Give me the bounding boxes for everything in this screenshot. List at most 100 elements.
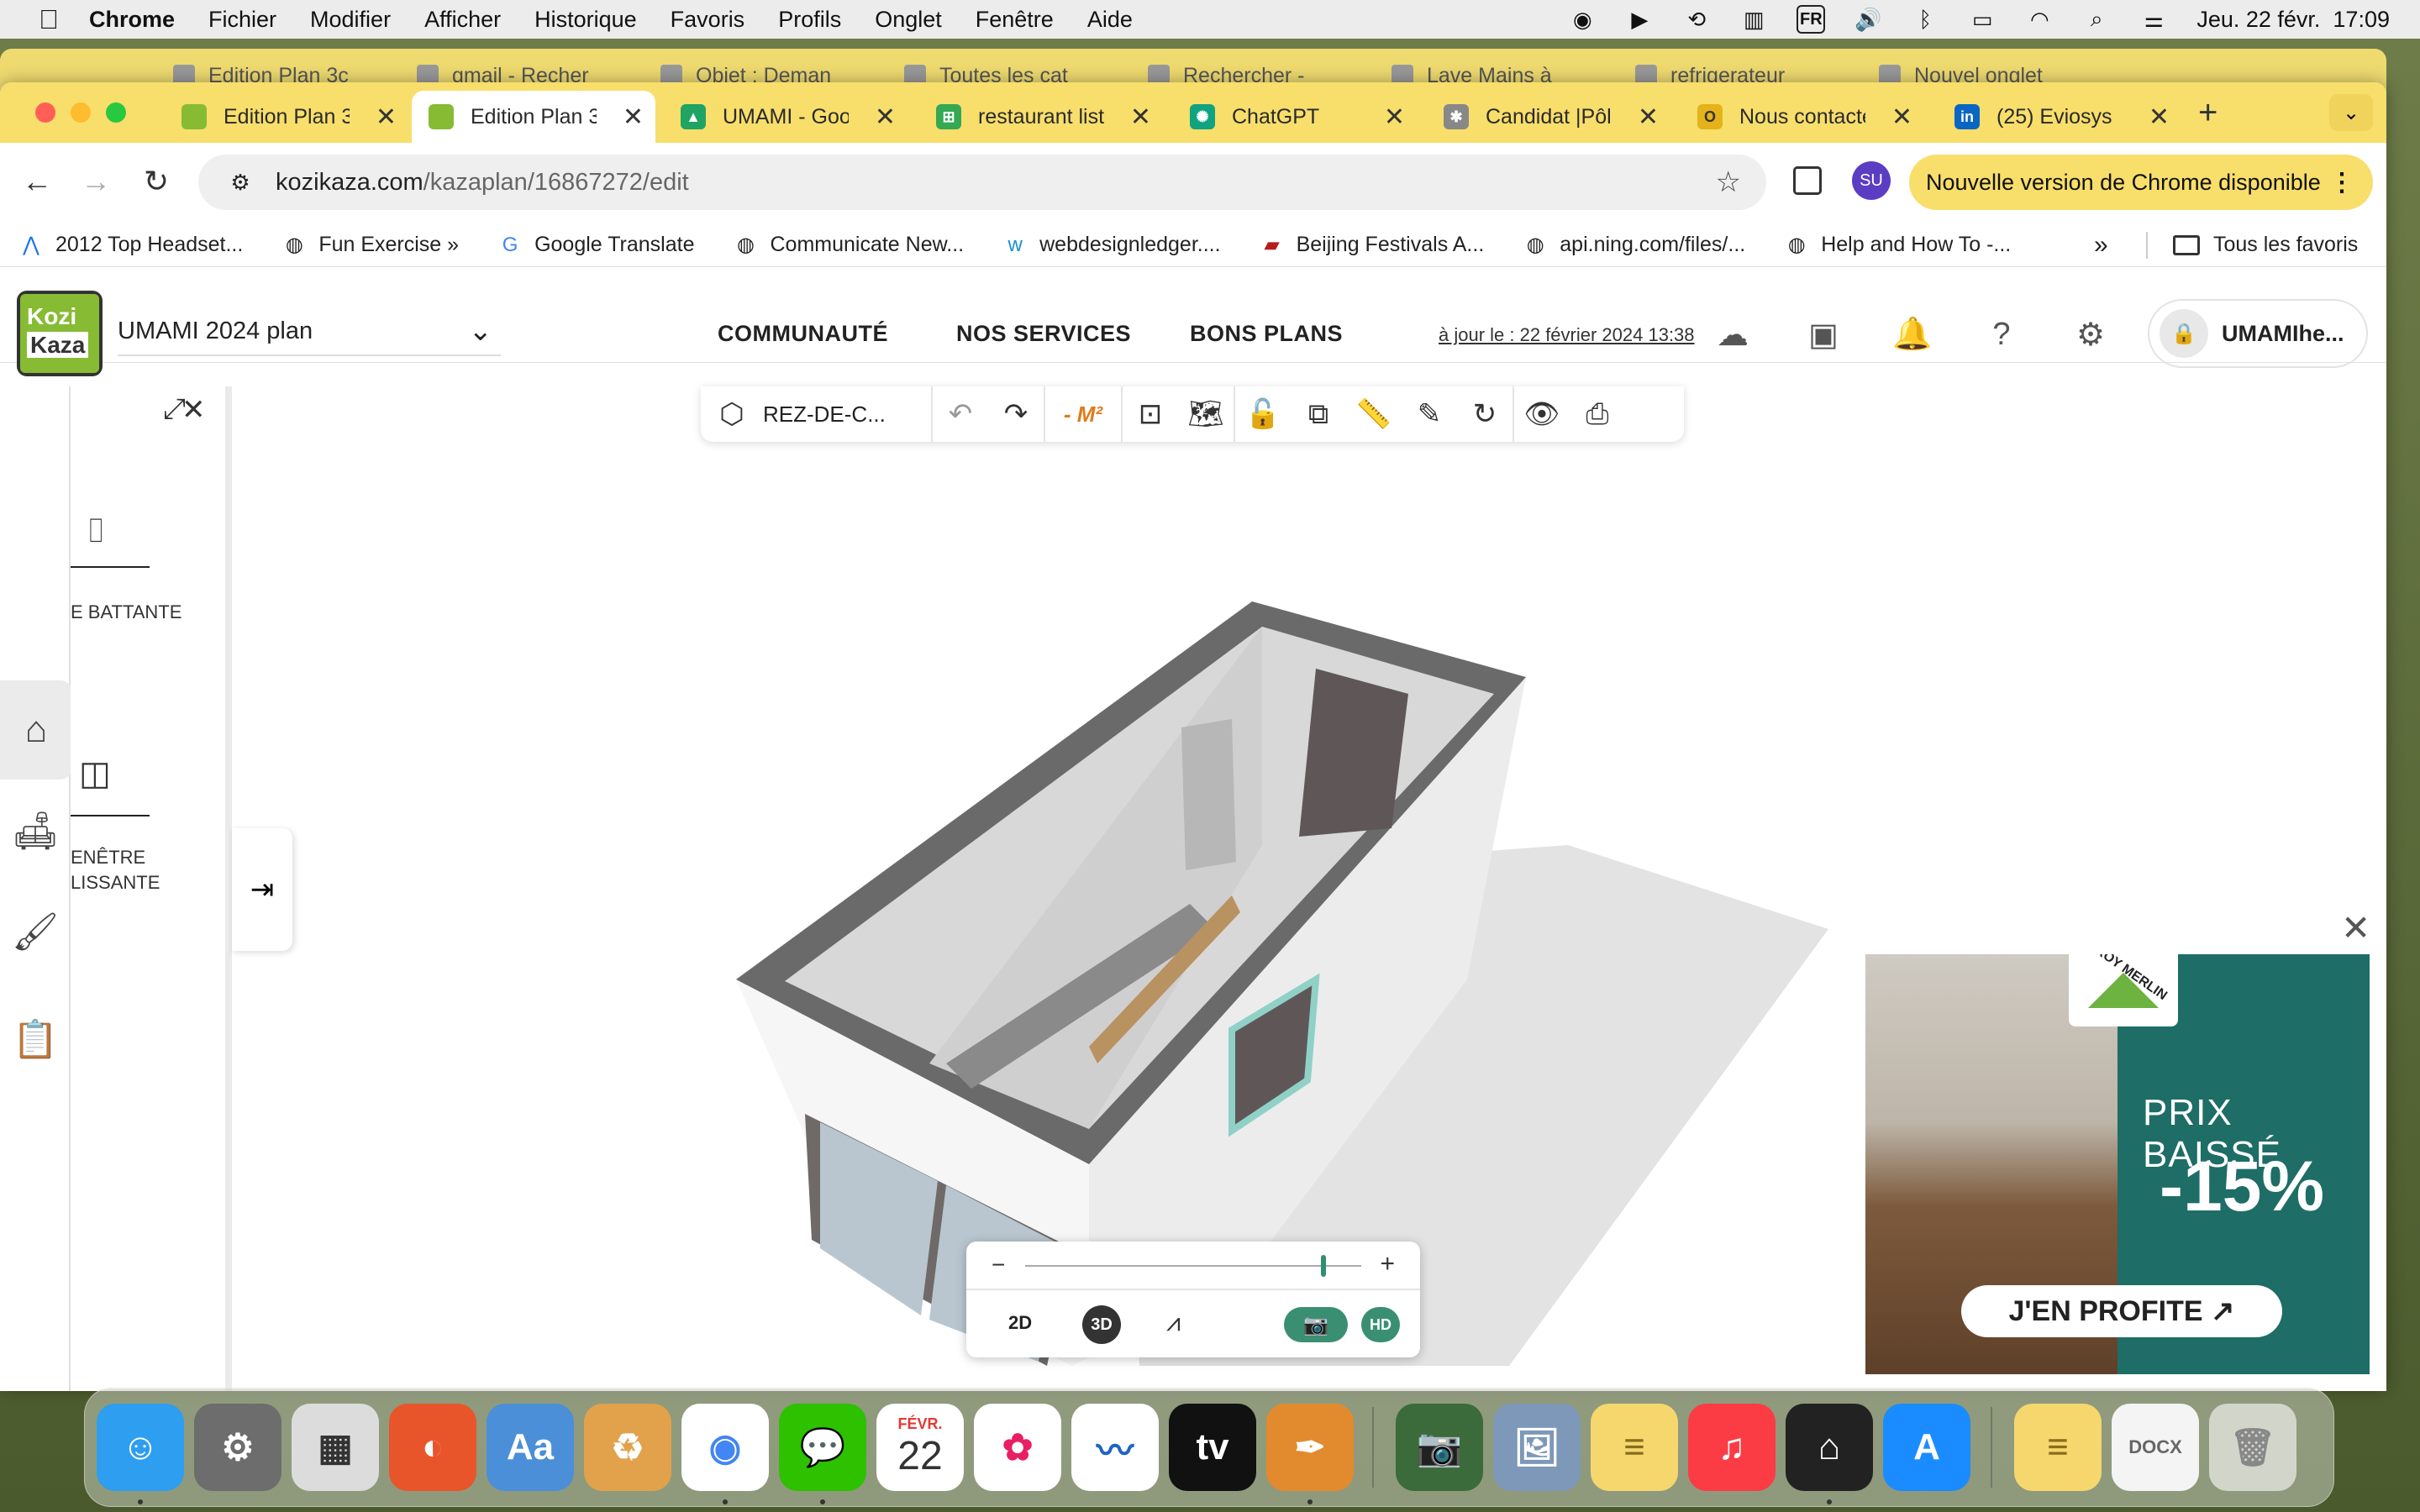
profile-avatar[interactable]: SU: [1852, 161, 1891, 200]
pen-icon[interactable]: ✎: [1402, 386, 1457, 442]
side-panel-icon[interactable]: [1793, 166, 1822, 195]
battery-icon[interactable]: ▭: [1968, 5, 1996, 34]
sofa-icon[interactable]: 🛋: [0, 781, 71, 880]
launchpad-icon[interactable]: ▦: [292, 1404, 379, 1491]
wifi-icon[interactable]: ◠: [2025, 5, 2054, 34]
nav-bons-plans[interactable]: BONS PLANS: [1190, 321, 1343, 347]
tab-restaurant-liste[interactable]: ⊞ restaurant liste ✕: [919, 91, 1163, 143]
preview-icon[interactable]: ✒: [1266, 1404, 1354, 1491]
photos-icon[interactable]: ✿: [974, 1404, 1061, 1491]
close-tab-icon[interactable]: ✕: [1638, 102, 1659, 132]
cube-level-icon[interactable]: ⬡: [701, 386, 763, 442]
tab-candidat-pole[interactable]: ✱ Candidat |Pôle ✕: [1427, 91, 1670, 143]
stickies-folder-icon[interactable]: ≡: [2014, 1404, 2102, 1491]
bookmark-item[interactable]: ◍ Fun Exercise »: [281, 233, 459, 258]
record-icon[interactable]: ◉: [1568, 5, 1597, 34]
chrome-update-button[interactable]: Nouvelle version de Chrome disponible ⋮: [1909, 155, 2373, 210]
bell-icon[interactable]: 🔔: [1891, 312, 1934, 356]
menubar-clock[interactable]: Jeu. 22 févr. 17:09: [2196, 7, 2390, 33]
door-icon[interactable]: ⌷: [86, 512, 106, 550]
finder-icon[interactable]: ☺: [97, 1404, 184, 1491]
play-icon[interactable]: ▶: [1625, 5, 1654, 34]
clipboard-icon[interactable]: 📋: [0, 990, 71, 1089]
app-store-icon[interactable]: A: [1883, 1404, 1970, 1491]
input-source-badge[interactable]: FR: [1797, 5, 1826, 34]
zoom-window-button[interactable]: [106, 102, 126, 123]
zoom-slider[interactable]: [1025, 1265, 1361, 1267]
menu-app-name[interactable]: Chrome: [89, 7, 175, 33]
tab-linkedin[interactable]: in (25) Eviosys ✕: [1938, 91, 2181, 143]
close-tab-icon[interactable]: ✕: [376, 102, 397, 132]
user-menu[interactable]: 🔒 UMAMIhe...: [2148, 299, 2368, 368]
close-tab-icon[interactable]: ✕: [623, 102, 644, 132]
spotlight-icon[interactable]: ⌕: [2082, 5, 2111, 34]
hd-render-button[interactable]: HD: [1361, 1307, 1400, 1342]
bookmark-item[interactable]: ◍ api.ning.com/files/...: [1523, 233, 1745, 258]
calendar-icon[interactable]: FÉVR. 22: [876, 1404, 964, 1491]
menu-aide[interactable]: Aide: [1087, 7, 1133, 33]
print-icon[interactable]: ⎙: [1570, 386, 1625, 442]
bookmark-star-icon[interactable]: ☆: [1716, 165, 1741, 199]
eye-icon[interactable]: 👁: [1514, 386, 1570, 442]
paint-roller-icon[interactable]: 🖌: [0, 882, 71, 981]
zoom-slider-thumb[interactable]: [1321, 1255, 1326, 1277]
recycle-app-icon[interactable]: ♻: [584, 1404, 671, 1491]
volume-icon[interactable]: 🔊: [1854, 5, 1882, 34]
wechat-icon[interactable]: 💬: [779, 1404, 866, 1491]
menu-afficher[interactable]: Afficher: [424, 7, 501, 33]
camera-icon[interactable]: 📷: [1284, 1307, 1348, 1342]
more-menu-icon[interactable]: ⋮: [2329, 168, 2354, 197]
bookmark-item[interactable]: ▰ Beijing Festivals A...: [1260, 233, 1484, 258]
notes-icon[interactable]: ≡: [1591, 1404, 1678, 1491]
undo-icon[interactable]: ↶: [933, 386, 988, 442]
plan-selector[interactable]: UMAMI 2024 plan ⌄: [118, 307, 501, 356]
close-tab-icon[interactable]: ✕: [1384, 102, 1405, 132]
surface-m2-button[interactable]: - M²: [1045, 402, 1121, 428]
level-selector[interactable]: REZ-DE-C...: [763, 402, 931, 428]
close-window-button[interactable]: [35, 102, 55, 123]
music-icon[interactable]: ♫: [1688, 1404, 1776, 1491]
time-machine-icon[interactable]: ⟲: [1682, 5, 1711, 34]
sliding-window-icon[interactable]: ◫: [79, 754, 111, 793]
close-ad-icon[interactable]: ✕: [2341, 907, 2370, 948]
wifi-home-icon[interactable]: ⌂: [1786, 1404, 1873, 1491]
menu-historique[interactable]: Historique: [534, 7, 637, 33]
tab-edition-plan-1[interactable]: Edition Plan 3c ✕: [165, 91, 408, 143]
mode-2d-button[interactable]: 2D: [1008, 1312, 1032, 1334]
presentation-icon[interactable]: ▣: [1802, 312, 1845, 356]
rotate-icon[interactable]: ↻: [1457, 386, 1512, 442]
zoom-in-button[interactable]: +: [1380, 1250, 1395, 1278]
control-center-icon[interactable]: ⚌: [2139, 5, 2168, 34]
bookmark-item[interactable]: ⋀ 2012 Top Headset...: [18, 233, 243, 258]
tab-nous-contacter[interactable]: O Nous contacte ✕: [1681, 91, 1924, 143]
close-tab-icon[interactable]: ✕: [1130, 102, 1151, 132]
last-saved-link[interactable]: à jour le : 22 février 2024 13:38: [1439, 324, 1695, 346]
apple-menu-icon[interactable]: : [34, 4, 64, 35]
site-settings-icon[interactable]: ⚙: [222, 170, 259, 196]
map-icon[interactable]: 🗺: [1178, 386, 1234, 442]
tab-chatgpt[interactable]: ✺ ChatGPT ✕: [1173, 91, 1417, 143]
battery-bars-icon[interactable]: ▥: [1739, 5, 1768, 34]
dictionary-icon[interactable]: Aa: [487, 1404, 574, 1491]
gear-icon[interactable]: ⚙: [2069, 312, 2112, 356]
menu-favoris[interactable]: Favoris: [671, 7, 745, 33]
freeform-icon[interactable]: 〰: [1071, 1404, 1159, 1491]
floorplan-icon[interactable]: ⊡: [1123, 386, 1178, 442]
box-3d-icon[interactable]: ⧉: [1291, 386, 1346, 442]
tab-search-chevron-icon[interactable]: ⌄: [2329, 94, 2373, 131]
trash-icon[interactable]: 🗑: [2209, 1404, 2296, 1491]
forward-button[interactable]: →: [72, 158, 119, 205]
menu-modifier[interactable]: Modifier: [310, 7, 391, 33]
bookmark-item[interactable]: ◍ Communicate New...: [733, 233, 964, 258]
leroy-merlin-ad[interactable]: LEROY MERLIN PRIX BAISSÉ -15% J'EN PROFI…: [1865, 954, 2370, 1374]
docx-document-icon[interactable]: DOCX: [2112, 1404, 2199, 1491]
close-tab-icon[interactable]: ✕: [2149, 102, 2170, 132]
catalog-item-fenetre-coulissante[interactable]: ENÊTRE LISSANTE: [71, 845, 160, 895]
ruler-icon[interactable]: 📏: [1346, 386, 1402, 442]
help-icon[interactable]: ?: [1980, 312, 2023, 356]
menu-fichier[interactable]: Fichier: [208, 7, 276, 33]
ad-cta-button[interactable]: J'EN PROFITE ↗: [1961, 1285, 2282, 1337]
bookmark-item[interactable]: G Google Translate: [497, 233, 695, 258]
menu-onglet[interactable]: Onglet: [875, 7, 942, 33]
mode-3d-button[interactable]: 3D: [1082, 1305, 1121, 1344]
